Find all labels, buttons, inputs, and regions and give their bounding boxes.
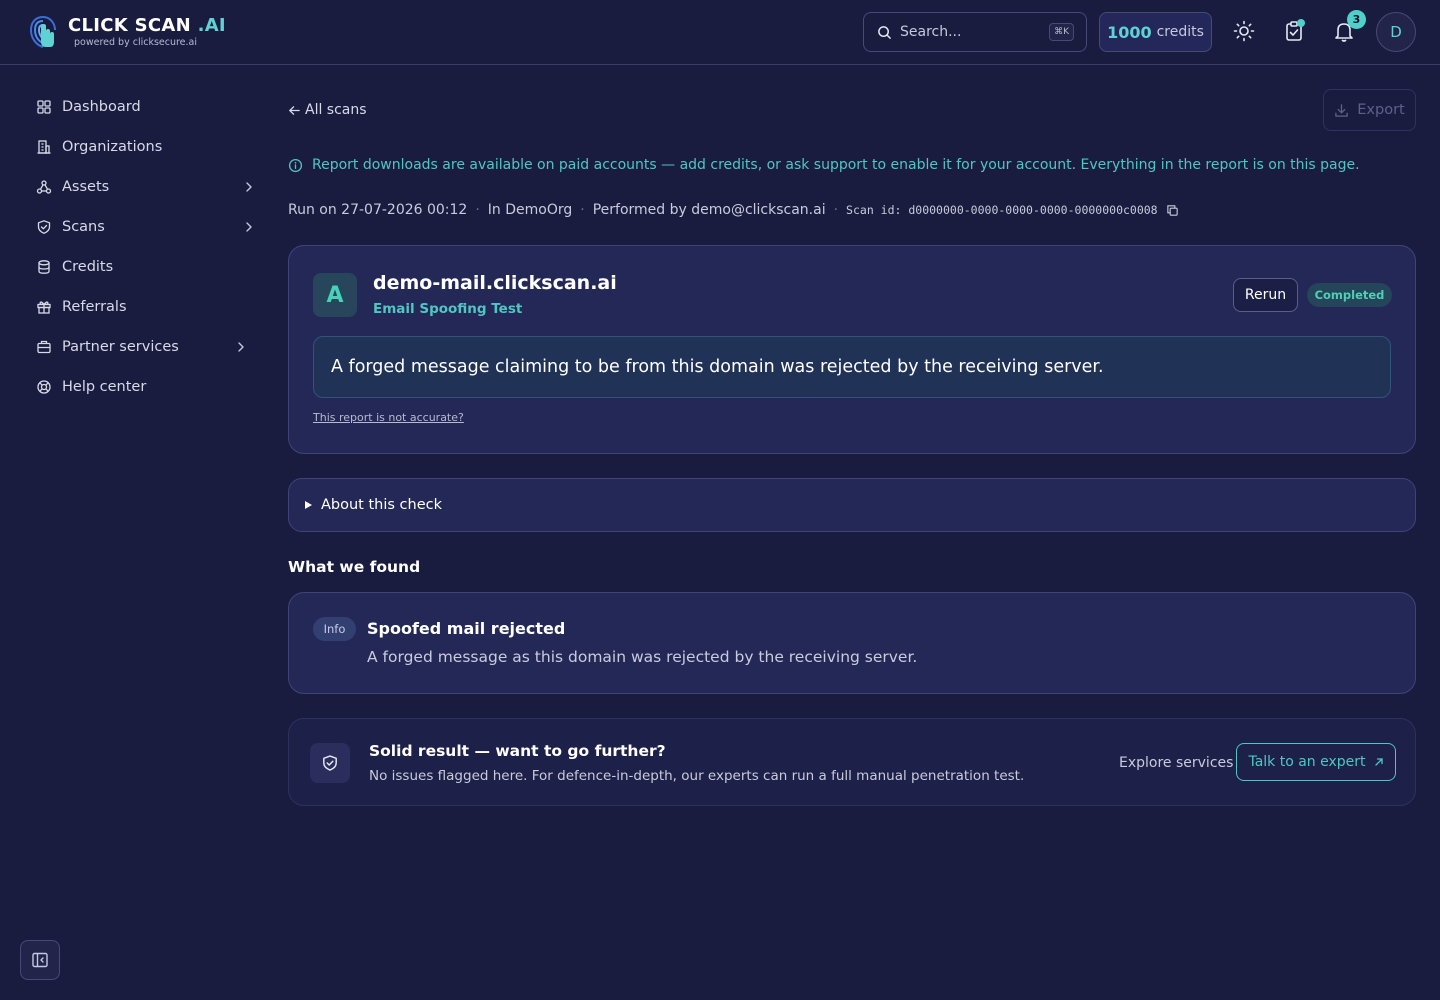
sidebar-item-label: Assets — [62, 179, 110, 195]
shield-icon — [37, 220, 51, 234]
scan-result-card: A demo-mail.clickscan.ai Email Spoofing … — [288, 245, 1416, 454]
talk-to-expert-button[interactable]: Talk to an expert — [1236, 743, 1396, 781]
status-badge: Completed — [1307, 283, 1392, 307]
cta-title: Solid result — want to go further? — [369, 742, 666, 760]
fingerprint-hand-icon — [29, 16, 56, 48]
findings-heading: What we found — [288, 558, 421, 576]
paid-download-notice: Report downloads are available on paid a… — [288, 155, 1360, 175]
nodes-icon — [36, 180, 52, 194]
credits-label: credits — [1156, 24, 1204, 40]
sidebar-item-partner-services[interactable]: Partner services — [28, 329, 260, 365]
task-indicator-dot — [1297, 19, 1305, 27]
sun-icon[interactable] — [1233, 20, 1255, 42]
sidebar-toggle-icon — [32, 952, 48, 968]
finding-card: Info Spoofed mail rejected A forged mess… — [288, 592, 1416, 694]
sidebar-item-label: Credits — [62, 259, 114, 275]
about-this-check-toggle[interactable]: About this check — [288, 478, 1416, 532]
scanned-domain: demo-mail.clickscan.ai — [373, 272, 617, 294]
finding-title: Spoofed mail rejected — [367, 619, 566, 638]
avatar[interactable]: D — [1376, 12, 1416, 52]
result-summary: A forged message claiming to be from thi… — [313, 336, 1391, 398]
shield-check-icon — [323, 755, 337, 771]
sidebar-item-help-center[interactable]: Help center — [28, 369, 260, 405]
briefcase-icon — [37, 340, 51, 354]
sidebar-item-label: Organizations — [62, 139, 163, 155]
cta-description: No issues flagged here. For defence-in-d… — [369, 768, 1025, 784]
external-arrow-icon — [1374, 758, 1383, 766]
organization: In DemoOrg — [487, 202, 573, 218]
back-label: All scans — [305, 102, 367, 118]
expert-label: Talk to an expert — [1248, 754, 1366, 770]
rerun-button[interactable]: Rerun — [1233, 278, 1298, 312]
scan-id: Scan id: d0000000-0000-0000-0000-0000000… — [846, 203, 1158, 217]
sidebar-item-label: Help center — [62, 379, 147, 395]
grid-icon — [37, 100, 51, 114]
meta-separator: · — [833, 202, 839, 218]
top-bar: CLICK SCAN .AI powered by clicksecure.ai… — [0, 0, 1440, 65]
lifebuoy-icon — [37, 380, 51, 394]
meta-separator: · — [475, 202, 480, 218]
sidebar-item-organizations[interactable]: Organizations — [28, 129, 260, 165]
search-placeholder: Search... — [900, 24, 962, 40]
scan-meta: Run on 27-07-2026 00:12 · In DemoOrg · P… — [288, 200, 1179, 220]
report-inaccurate-link[interactable]: This report is not accurate? — [313, 411, 464, 424]
export-label: Export — [1357, 102, 1405, 118]
search-input[interactable]: Search... ⌘K — [863, 12, 1087, 52]
finding-description: A forged message as this domain was reje… — [367, 648, 918, 666]
download-icon — [1335, 103, 1349, 117]
gift-icon — [37, 301, 51, 314]
database-icon — [38, 260, 50, 274]
sidebar-item-scans[interactable]: Scans — [28, 209, 260, 245]
arrow-left-icon — [289, 105, 300, 115]
sidebar-item-label: Scans — [62, 219, 105, 235]
sidebar-item-label: Referrals — [62, 299, 127, 315]
sidebar-item-label: Partner services — [62, 339, 179, 355]
sidebar-item-credits[interactable]: Credits — [28, 249, 260, 285]
sidebar: Dashboard Organizations Assets Scans Cre… — [0, 65, 270, 1000]
copy-icon[interactable] — [1166, 204, 1179, 217]
disclosure-triangle-icon — [305, 501, 312, 509]
export-button[interactable]: Export — [1323, 89, 1416, 131]
run-on: Run on 27-07-2026 00:12 — [288, 202, 468, 218]
info-circle-icon — [288, 158, 303, 172]
logo-title: CLICK SCAN .AI — [68, 15, 226, 36]
test-name: Email Spoofing Test — [373, 301, 523, 317]
meta-separator: · — [580, 202, 585, 218]
credits-amount: 1000 — [1107, 22, 1152, 42]
logo-subtitle: powered by clicksecure.ai — [74, 37, 198, 48]
sidebar-item-assets[interactable]: Assets — [28, 169, 260, 205]
grade-badge: A — [313, 273, 357, 317]
chevron-right-icon — [246, 182, 252, 192]
chevron-right-icon — [246, 222, 252, 232]
expert-cta-card: Solid result — want to go further? No is… — [288, 718, 1416, 806]
sidebar-item-referrals[interactable]: Referrals — [28, 289, 260, 325]
severity-badge: Info — [313, 617, 356, 641]
explore-services-link[interactable]: Explore services — [1119, 755, 1233, 771]
notification-badge: 3 — [1347, 10, 1366, 29]
search-icon — [878, 25, 891, 39]
search-shortcut: ⌘K — [1049, 23, 1074, 41]
notice-text: Report downloads are available on paid a… — [312, 157, 1360, 173]
performed-by: Performed by demo@clickscan.ai — [592, 202, 826, 218]
about-label: About this check — [321, 497, 442, 513]
building-icon — [37, 140, 51, 154]
logo[interactable]: CLICK SCAN .AI powered by clicksecure.ai — [28, 14, 226, 50]
back-to-all-scans-link[interactable]: All scans — [288, 100, 367, 120]
shield-check-icon-box — [310, 743, 350, 783]
credits-button[interactable]: 1000 credits — [1099, 12, 1212, 52]
collapse-sidebar-button[interactable] — [20, 940, 60, 980]
chevron-right-icon — [238, 342, 244, 352]
sidebar-item-dashboard[interactable]: Dashboard — [28, 89, 260, 125]
sidebar-item-label: Dashboard — [62, 99, 141, 115]
